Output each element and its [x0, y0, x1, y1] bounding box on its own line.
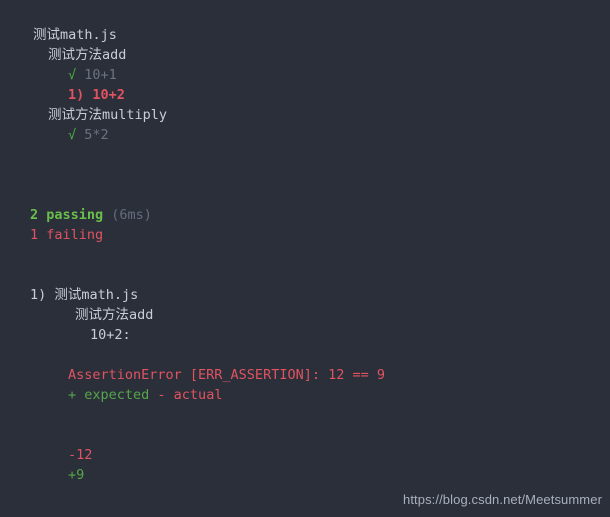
test-result-pass-2: √ 5*2	[0, 125, 610, 145]
test-name-text: 5*2	[84, 127, 109, 143]
diff-actual-value: -12	[68, 447, 93, 463]
assertion-error-text: AssertionError [ERR_ASSERTION]: 12 == 9	[68, 367, 385, 383]
suite-add-text: 测试方法add	[48, 47, 127, 63]
failure-subsuite-text: 测试方法add	[75, 307, 154, 323]
diff-legend-expected: + expected	[68, 387, 150, 403]
test-result-pass-1: √ 10+1	[0, 65, 610, 85]
passing-duration-text: (6ms)	[103, 207, 152, 223]
check-icon: √	[68, 67, 77, 83]
failure-suite-value: 测试math.js	[54, 287, 139, 303]
test-name-text: 10+1	[84, 67, 117, 83]
duration-value: (6ms)	[111, 207, 152, 223]
failure-detail-heading: 1) 测试math.js	[0, 285, 610, 305]
assertion-error-line: AssertionError [ERR_ASSERTION]: 12 == 9	[0, 365, 610, 385]
test-runner-output: 测试math.js 测试方法add √ 10+1 1) 10+2 测试方法mul…	[0, 25, 610, 517]
diff-legend-actual: - actual	[157, 387, 223, 403]
summary-passing: 2 passing (6ms)	[0, 205, 610, 225]
test-name-10plus1: 10+1	[76, 67, 117, 83]
diff-expected-value: +9	[68, 467, 85, 483]
failing-count-text: 1 failing	[30, 227, 104, 243]
test-result-fail-1: 1) 10+2	[0, 85, 610, 105]
passing-count-text: 2 passing	[30, 207, 104, 223]
check-icon: √	[68, 127, 77, 143]
watermark-url: https://blog.csdn.net/Meetsummer	[402, 492, 602, 507]
diff-expected-line: +9	[0, 465, 610, 485]
failure-subsuite: 测试方法add	[0, 305, 610, 325]
diff-legend-line: + expected - actual	[0, 385, 610, 405]
test-name-text: 10+2	[92, 87, 125, 103]
failure-test-name: 10+2:	[0, 325, 610, 345]
failure-index-text: 1)	[30, 287, 47, 303]
terminal-window: 测试math.js 测试方法add √ 10+1 1) 10+2 测试方法mul…	[0, 0, 610, 517]
failure-test-text: 10+2:	[90, 327, 131, 343]
diff-actual-line: -12	[0, 445, 610, 465]
summary-failing: 1 failing	[0, 225, 610, 245]
failure-suite-text: 测试math.js	[46, 287, 138, 303]
test-name-10plus2: 10+2	[84, 87, 125, 103]
suite-heading-math: 测试math.js	[0, 25, 610, 45]
suite-title-text: 测试math.js	[33, 27, 117, 43]
test-name-5times2: 5*2	[76, 127, 109, 143]
fail-index-marker: 1)	[68, 87, 85, 103]
suite-heading-add: 测试方法add	[0, 45, 610, 65]
suite-multiply-text: 测试方法multiply	[48, 107, 168, 123]
suite-heading-multiply: 测试方法multiply	[0, 105, 610, 125]
